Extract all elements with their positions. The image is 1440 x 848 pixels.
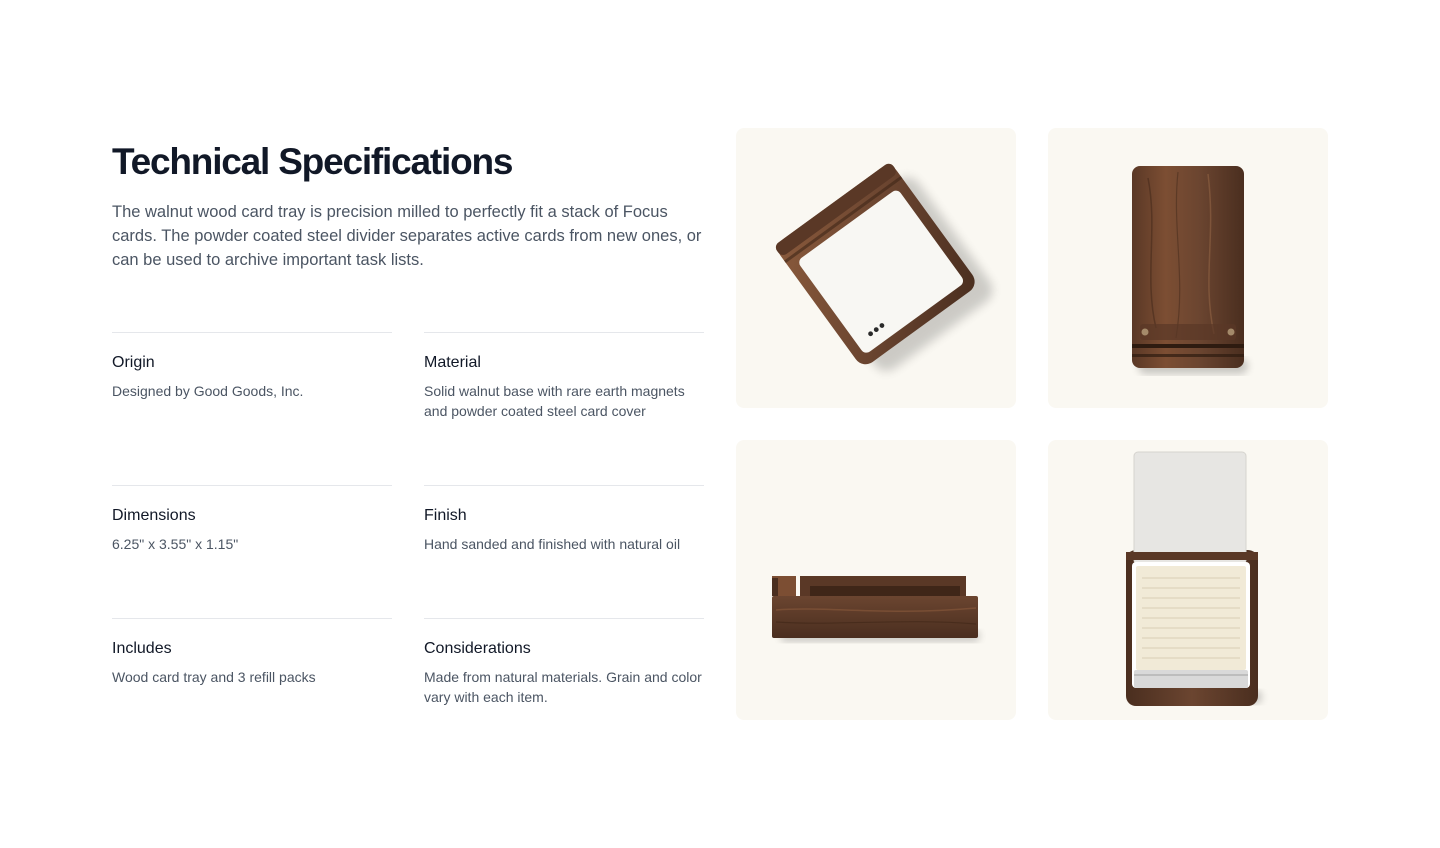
tray-side-view-image <box>736 440 1016 720</box>
spec-content: Technical Specifications The walnut wood… <box>112 128 704 705</box>
spec-value: Wood card tray and 3 refill packs <box>112 669 316 685</box>
spec-label: Considerations <box>424 640 531 657</box>
spec-item-origin: Origin Designed by Good Goods, Inc. <box>112 332 392 401</box>
tray-top-view-image <box>1048 128 1328 408</box>
angled-tray-with-card-image <box>736 128 1016 408</box>
spec-value: Hand sanded and finished with natural oi… <box>424 536 681 552</box>
spec-item-material: Material Solid walnut base with rare ear… <box>424 332 704 421</box>
spec-label: Includes <box>112 640 172 657</box>
spec-label: Finish <box>424 507 467 524</box>
page-description: The walnut wood card tray is precision m… <box>112 203 702 269</box>
tray-with-cards-image <box>1048 440 1328 720</box>
page-title: Technical Specifications <box>112 141 513 182</box>
spec-item-includes: Includes Wood card tray and 3 refill pac… <box>112 618 392 687</box>
spec-value: Designed by Good Goods, Inc. <box>112 383 304 399</box>
spec-value: 6.25" x 3.55" x 1.15" <box>112 536 239 552</box>
spec-item-dimensions: Dimensions 6.25" x 3.55" x 1.15" <box>112 485 392 554</box>
spec-item-considerations: Considerations Made from natural materia… <box>424 618 704 707</box>
spec-item-finish: Finish Hand sanded and finished with nat… <box>424 485 704 554</box>
spec-label: Material <box>424 354 481 371</box>
spec-label: Dimensions <box>112 507 196 524</box>
spec-value: Made from natural materials. Grain and c… <box>424 669 702 705</box>
spec-label: Origin <box>112 354 155 371</box>
product-spec-section: Technical Specifications The walnut wood… <box>0 0 1440 848</box>
spec-value: Solid walnut base with rare earth magnet… <box>424 383 685 419</box>
